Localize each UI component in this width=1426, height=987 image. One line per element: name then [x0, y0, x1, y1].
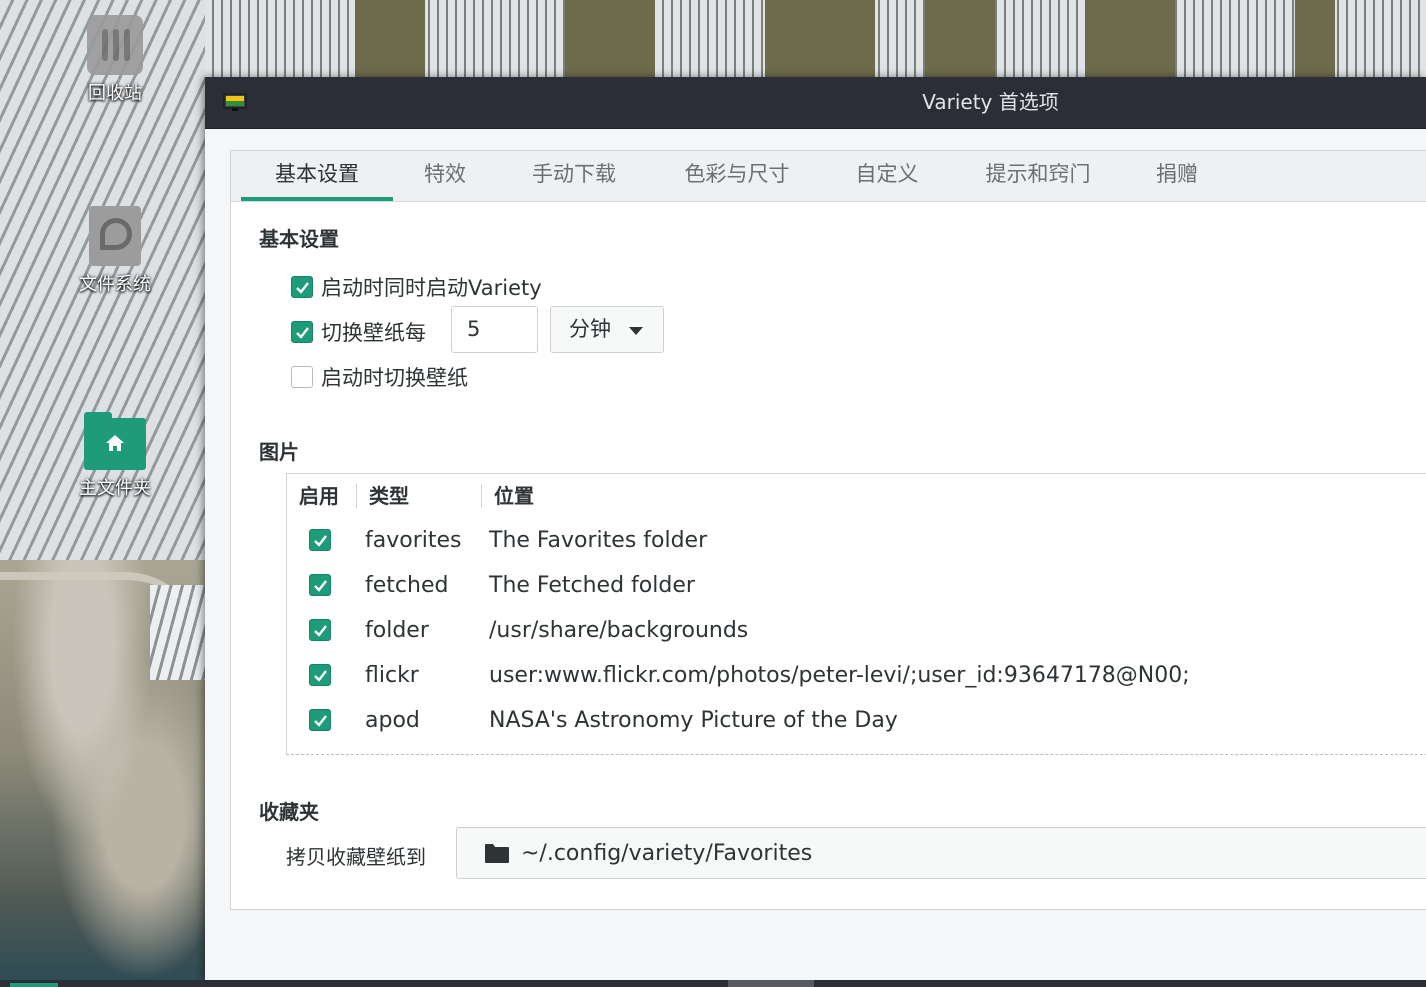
- table-row[interactable]: flickr user:www.flickr.com/photos/peter-…: [287, 653, 1426, 698]
- folder-icon: [485, 844, 509, 863]
- desktop-icon-label: 回收站: [88, 83, 142, 104]
- interval-unit-value: 分钟: [569, 317, 611, 341]
- row-location: The Fetched folder: [489, 573, 695, 598]
- table-row-partial[interactable]: [287, 743, 1426, 755]
- wallpaper-greenhouse: [150, 585, 205, 680]
- favorites-folder-chooser[interactable]: ~/.config/variety/Favorites: [456, 827, 1426, 879]
- tab-customize[interactable]: 自定义: [835, 151, 939, 201]
- tab-donate[interactable]: 捐赠: [1137, 151, 1217, 201]
- wallpaper-top-strip: [205, 0, 1426, 80]
- row-location: NASA's Astronomy Picture of the Day: [489, 708, 898, 733]
- table-row[interactable]: apod NASA's Astronomy Picture of the Day: [287, 698, 1426, 743]
- column-location[interactable]: 位置: [494, 474, 534, 518]
- change-every-label: 切换壁纸每: [321, 321, 426, 345]
- chevron-down-icon: [629, 327, 643, 335]
- row-type: favorites: [365, 528, 462, 553]
- row-location: user:www.flickr.com/photos/peter-levi/;u…: [489, 663, 1190, 688]
- tab-bar: 基本设置 特效 手动下载 色彩与尺寸 自定义 提示和窍门 捐赠: [231, 151, 1426, 202]
- check-icon: [295, 326, 309, 339]
- start-with-system-checkbox[interactable]: 启动时同时启动Variety: [291, 271, 542, 303]
- change-every-checkbox[interactable]: 切换壁纸每: [291, 316, 426, 348]
- table-row[interactable]: favorites The Favorites folder: [287, 518, 1426, 563]
- trash-icon: [87, 15, 143, 75]
- check-icon: [313, 624, 327, 637]
- start-with-system-label: 启动时同时启动Variety: [321, 276, 542, 300]
- row-type: folder: [365, 618, 429, 643]
- tab-effects[interactable]: 特效: [403, 151, 487, 201]
- interval-unit-dropdown[interactable]: 分钟: [550, 306, 664, 353]
- column-type[interactable]: 类型: [369, 474, 409, 518]
- column-separator: [481, 484, 482, 508]
- home-folder-icon: [84, 412, 146, 470]
- preferences-window: Variety 首选项 基本设置 特效 手动下载 色彩与尺寸 自定义 提示和窍门…: [205, 77, 1426, 980]
- check-icon: [295, 281, 309, 294]
- change-on-start-checkbox[interactable]: 启动时切换壁纸: [291, 361, 468, 393]
- row-enabled-checkbox[interactable]: [309, 574, 331, 596]
- checkbox-checked[interactable]: [291, 321, 313, 343]
- tab-color-size[interactable]: 色彩与尺寸: [659, 151, 815, 201]
- desktop-icon-filesystem[interactable]: 文件系统: [45, 206, 185, 296]
- table-row[interactable]: folder /usr/share/backgrounds: [287, 608, 1426, 653]
- tab-tips[interactable]: 提示和窍门: [959, 151, 1117, 201]
- column-separator: [356, 484, 357, 508]
- check-icon: [313, 714, 327, 727]
- favorites-path: ~/.config/variety/Favorites: [521, 840, 813, 866]
- basic-settings-heading: 基本设置: [259, 227, 339, 251]
- row-enabled-checkbox[interactable]: [309, 754, 331, 755]
- desktop-icon-label: 文件系统: [79, 274, 151, 295]
- row-enabled-checkbox[interactable]: [309, 709, 331, 731]
- favorites-heading: 收藏夹: [259, 800, 319, 824]
- check-icon: [313, 579, 327, 592]
- row-type: fetched: [365, 573, 449, 598]
- row-enabled-checkbox[interactable]: [309, 619, 331, 641]
- window-title: Variety 首选项: [922, 90, 1059, 114]
- taskbar-indicator[interactable]: [10, 983, 58, 987]
- row-enabled-checkbox[interactable]: [309, 664, 331, 686]
- taskbar: [0, 980, 1426, 987]
- change-on-start-label: 启动时切换壁纸: [321, 366, 468, 390]
- row-type: flickr: [365, 663, 419, 688]
- table-row[interactable]: fetched The Fetched folder: [287, 563, 1426, 608]
- tab-basic-settings[interactable]: 基本设置: [241, 151, 393, 201]
- column-enabled[interactable]: 启用: [299, 474, 339, 518]
- table-header: 启用 类型 位置: [287, 474, 1426, 518]
- checkbox-unchecked[interactable]: [291, 366, 313, 388]
- window-titlebar[interactable]: Variety 首选项: [205, 77, 1426, 129]
- row-enabled-checkbox[interactable]: [309, 529, 331, 551]
- row-type: apod: [365, 708, 420, 733]
- images-heading: 图片: [259, 440, 299, 464]
- taskbar-window-button[interactable]: [728, 980, 814, 987]
- desktop-icon-trash[interactable]: 回收站: [45, 15, 185, 105]
- row-location: The Favorites folder: [489, 528, 708, 553]
- check-icon: [313, 669, 327, 682]
- tab-manual-download[interactable]: 手动下载: [507, 151, 641, 201]
- interval-spinbox[interactable]: 5: [451, 306, 538, 353]
- row-location: /usr/share/backgrounds: [489, 618, 749, 643]
- preferences-notebook: 基本设置 特效 手动下载 色彩与尺寸 自定义 提示和窍门 捐赠 基本设置 启动时…: [230, 150, 1426, 910]
- desktop-icon-label: 主文件夹: [79, 478, 151, 499]
- copy-favorites-label: 拷贝收藏壁纸到: [286, 845, 426, 869]
- image-sources-table[interactable]: 启用 类型 位置 favorites The Favorites folder …: [286, 473, 1426, 755]
- check-icon: [313, 534, 327, 547]
- desktop-icon-home[interactable]: 主文件夹: [45, 412, 185, 500]
- checkbox-checked[interactable]: [291, 276, 313, 298]
- filesystem-icon: [89, 206, 141, 266]
